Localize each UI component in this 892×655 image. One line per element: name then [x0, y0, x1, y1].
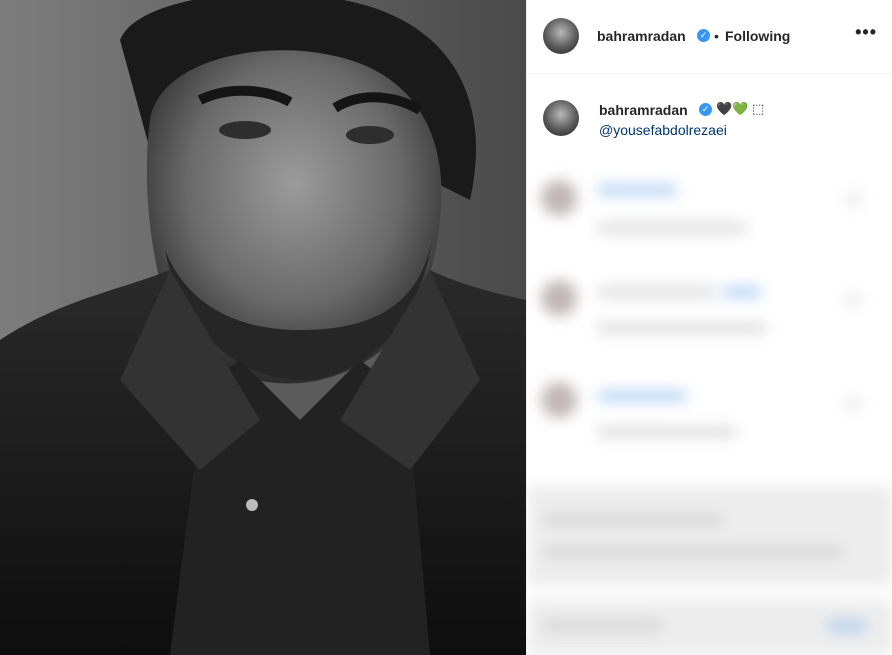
post-header: bahramradan ✓ • Following •••: [527, 0, 892, 74]
verified-badge-icon: ✓: [697, 29, 710, 42]
caption-mention-link[interactable]: @yousefabdolrezaei: [599, 122, 727, 138]
comments-blurred: [527, 150, 892, 655]
caption-username[interactable]: bahramradan: [599, 102, 688, 118]
more-options-icon[interactable]: •••: [855, 22, 877, 43]
post-caption: bahramradan ✓ 🖤💚 ⬚ @yousefabdolrezaei: [527, 90, 892, 150]
post-sidebar: bahramradan ✓ • Following ••• bahramrada…: [526, 0, 892, 655]
caption-emojis: 🖤💚 ⬚: [716, 101, 765, 116]
caption-avatar[interactable]: [543, 100, 579, 136]
separator-dot: •: [714, 28, 719, 44]
author-username[interactable]: bahramradan: [597, 28, 686, 44]
portrait-image: [0, 0, 526, 655]
post-photo[interactable]: [0, 0, 526, 655]
verified-badge-icon: ✓: [699, 103, 712, 116]
author-avatar[interactable]: [543, 18, 579, 54]
following-button[interactable]: Following: [725, 28, 790, 44]
